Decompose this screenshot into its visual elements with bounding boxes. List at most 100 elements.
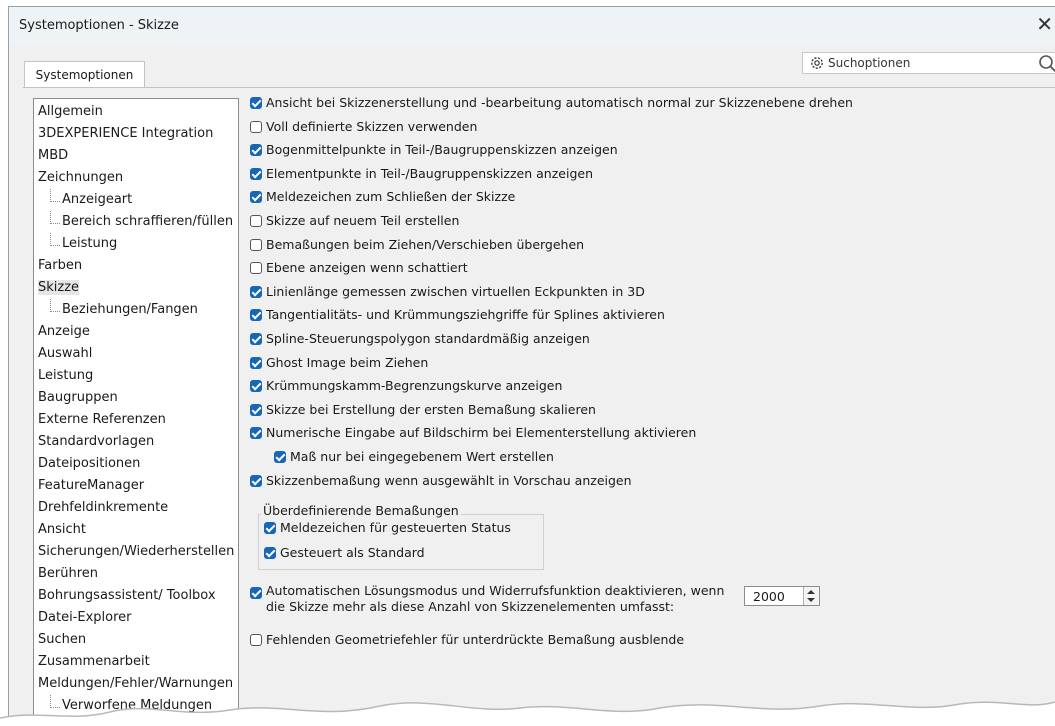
tree-item[interactable]: 3DEXPERIENCE Integration (38, 123, 213, 145)
tree-item[interactable]: Anzeigeart (50, 189, 132, 211)
tree-item[interactable]: Standardvorlagen (38, 431, 154, 453)
element-count-value: 2000 (753, 589, 785, 604)
tree-item-label: FeatureManager (38, 478, 145, 493)
tree-item[interactable]: Skizze (38, 277, 80, 299)
tree-item-label: Auswahl (38, 346, 93, 361)
option-checkbox[interactable] (250, 474, 262, 487)
tree-item-label: Zeichnungen (38, 170, 124, 185)
tree-item[interactable]: Beziehungen/Fangen (50, 299, 198, 321)
option-label: Maß nur bei eingegebenem Wert erstellen (290, 449, 554, 464)
tree-connector (50, 233, 60, 246)
element-count-stepper[interactable]: 2000 (744, 586, 820, 606)
gear-icon[interactable] (809, 55, 825, 71)
arrow-down-icon[interactable] (807, 598, 815, 602)
tree-item-label: Externe Referenzen (38, 412, 166, 427)
tree-item[interactable]: Bereich schraffieren/füllen (50, 211, 233, 233)
tree-item-label: Leistung (38, 368, 94, 383)
tree-item-label: Beziehungen/Fangen (62, 302, 198, 317)
tree-item[interactable]: Auswahl (38, 343, 92, 365)
tree-item-label: Skizze (38, 280, 80, 295)
option-label: Meldezeichen zum Schließen der Skizze (266, 189, 516, 205)
group-title: Überdefinierende Bemaßungen (261, 503, 461, 518)
tree-item-label: Ansicht (38, 522, 87, 537)
option-checkbox[interactable] (250, 215, 262, 227)
tree-item-label: Anzeige (38, 324, 90, 339)
tree-item-label: Datei-Explorer (38, 610, 132, 625)
tree-item[interactable]: Allgemein (38, 101, 103, 123)
options-tree[interactable]: Allgemein 3DEXPERIENCE Integration MBD Zeic… (33, 98, 239, 726)
option-checkbox[interactable] (250, 309, 262, 322)
tree-item[interactable]: Datei-Explorer (38, 607, 132, 629)
option-checkbox[interactable] (250, 191, 262, 204)
option-checkbox[interactable] (250, 356, 262, 369)
option-label: Skizze bei Erstellung der ersten Bemaßun… (266, 401, 596, 417)
option-checkbox[interactable] (250, 120, 262, 133)
option-label: Elementpunkte in Teil-/Baugruppenskizzen… (266, 165, 593, 181)
option-label: Linienlänge gemessen zwischen virtuellen… (266, 283, 645, 299)
option-checkbox[interactable] (250, 97, 262, 109)
search-box[interactable]: Suchoptionen (802, 52, 1055, 74)
tree-item[interactable]: Drehfeldinkremente (38, 497, 168, 519)
option-checkbox[interactable] (250, 167, 262, 180)
missing-geometry-checkbox[interactable] (250, 634, 262, 646)
tree-item[interactable]: Baugruppen (38, 387, 118, 409)
stepper-buttons[interactable] (803, 587, 819, 605)
tree-item-label: Sicherungen/Wiederherstellen (38, 544, 235, 559)
missing-geometry-label: Fehlenden Geometriefehler für unterdrück… (266, 632, 685, 647)
tree-item[interactable]: Berühren (38, 563, 98, 585)
tree-item[interactable]: Farben (38, 255, 82, 277)
auto-solve-checkbox[interactable] (250, 587, 262, 599)
tree-item[interactable]: Suchen (38, 629, 86, 651)
option-label: Ansicht bei Skizzenerstellung und -bearb… (266, 95, 853, 110)
tree-item[interactable]: Bohrungsassistent/ Toolbox (38, 585, 216, 607)
option-checkbox[interactable] (250, 144, 262, 157)
tree-item[interactable]: Leistung (38, 365, 93, 387)
option-checkbox[interactable] (274, 451, 286, 463)
tree-item[interactable]: Anzeige (38, 321, 90, 343)
option-checkbox[interactable] (250, 380, 262, 393)
tree-item-label: Bereich schraffieren/füllen (62, 214, 234, 229)
tree-item-label: Leistung (62, 236, 118, 251)
tree-connector (50, 299, 60, 312)
arrow-up-icon[interactable] (807, 590, 815, 594)
tree-item[interactable]: MBD (38, 145, 68, 167)
option-checkbox[interactable] (250, 285, 262, 298)
search-icon[interactable] (1037, 53, 1055, 75)
tree-item-label: Meldungen/Fehler/Warnungen (38, 676, 234, 691)
auto-solve-line2: die Skizze mehr als diese Anzahl von Ski… (266, 599, 675, 614)
group-option-checkbox[interactable] (264, 522, 276, 534)
option-checkbox[interactable] (250, 427, 262, 440)
tree-item[interactable]: Dateipositionen (38, 453, 140, 475)
tree-connector (50, 189, 60, 202)
tree-item[interactable]: Ansicht (38, 519, 86, 541)
group-option-checkbox[interactable] (264, 547, 276, 559)
option-label: Skizze auf neuem Teil erstellen (266, 213, 460, 228)
group-option-label: Gesteuert als Standard (280, 545, 425, 560)
tree-item-label: Farben (38, 258, 83, 273)
torn-edge (0, 701, 1055, 726)
tree-item[interactable]: Externe Referenzen (38, 409, 166, 431)
close-icon[interactable]: ✕ (1036, 14, 1053, 34)
tree-item-label: MBD (38, 148, 69, 163)
tree-item[interactable]: Leistung (50, 233, 117, 255)
tree-item-label: Baugruppen (38, 390, 118, 405)
option-checkbox[interactable] (250, 262, 262, 275)
tab-systemoptionen[interactable]: Systemoptionen (24, 61, 145, 87)
option-label: Bogenmittelpunkte in Teil-/Baugruppenski… (266, 142, 618, 158)
tree-item-label: Berühren (38, 566, 99, 581)
tree-item[interactable]: FeatureManager (38, 475, 144, 497)
option-label: Ghost Image beim Ziehen (266, 354, 429, 370)
tree-item-label: Dateipositionen (38, 456, 141, 471)
tree-item-label: Allgemein (38, 104, 103, 119)
search-placeholder: Suchoptionen (828, 56, 911, 70)
tree-item[interactable]: Sicherungen/Wiederherstellen (38, 541, 234, 563)
option-checkbox[interactable] (250, 403, 262, 416)
option-checkbox[interactable] (250, 333, 262, 345)
tree-item-label: Anzeigeart (62, 192, 133, 207)
option-label: Krümmungskamm-Begrenzungskurve anzeigen (266, 378, 563, 394)
group-option-label: Meldezeichen für gesteuerten Status (280, 520, 511, 535)
tree-item[interactable]: Zusammenarbeit (38, 651, 150, 673)
option-label: Numerische Eingabe auf Bildschirm bei El… (266, 425, 697, 441)
option-checkbox[interactable] (250, 238, 262, 251)
tree-item[interactable]: Zeichnungen (38, 167, 123, 189)
